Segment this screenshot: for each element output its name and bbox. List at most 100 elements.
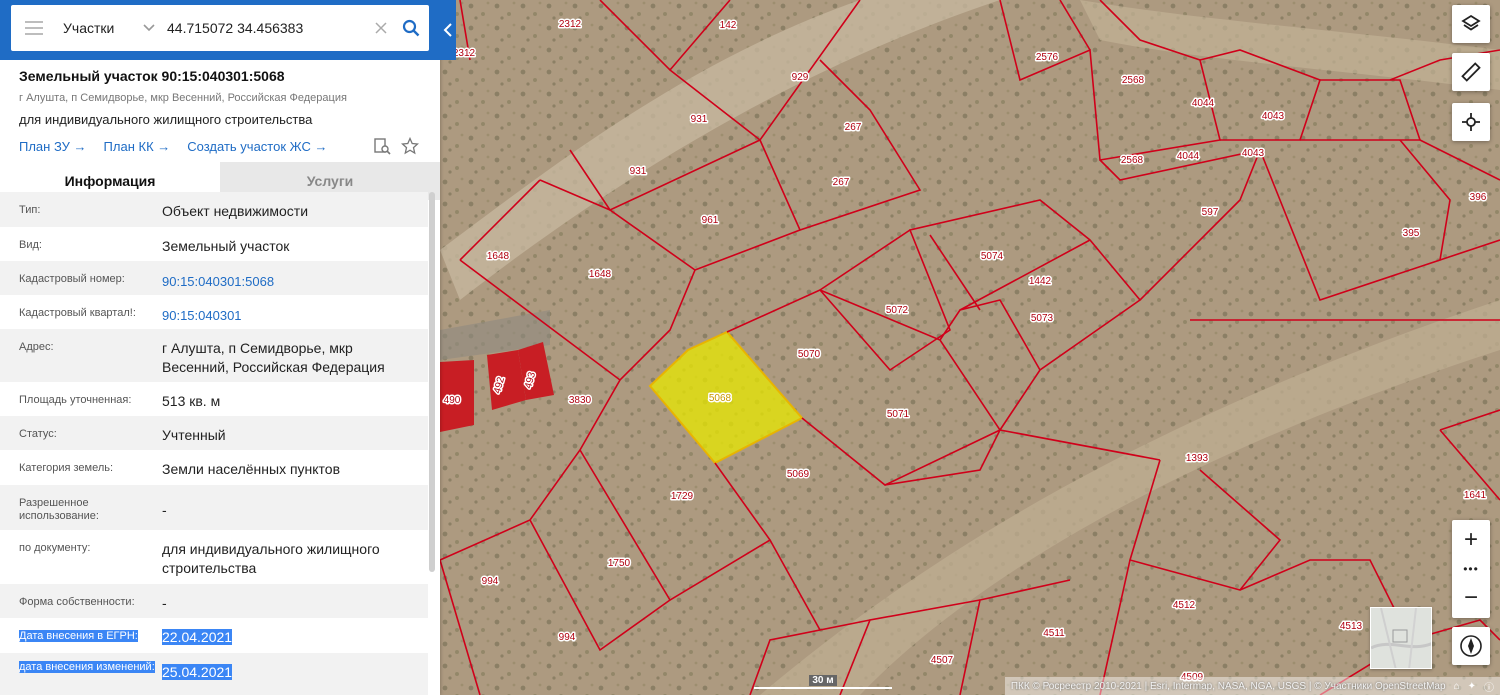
attribute-key: Категория земель: [19,462,114,474]
zoom-more-icon[interactable]: ••• [1452,560,1490,578]
parcel-label: 5074 [981,251,1004,262]
parcel-label: 961 [702,215,719,226]
parcel-label: 142 [720,20,737,31]
parcel-label-selected: 5068 [709,393,732,404]
parcel-label: 931 [691,114,708,125]
hamburger-icon [25,21,43,35]
plan-kk-link[interactable]: План КК → [104,139,171,154]
search-input[interactable] [161,8,369,48]
parcel-label: 597 [1202,207,1219,218]
attribute-row: дата внесения изменений: 25.04.2021 [0,653,428,695]
star-icon[interactable] [401,137,419,155]
create-parcel-link[interactable]: Создать участок ЖС → [187,139,327,154]
attribute-row: Кадастровый номер: 90:15:040301:5068 [0,261,428,295]
arrow-right-icon: → [73,138,87,154]
parcel-label: 994 [482,576,499,587]
attribute-row: Кадастровый квартал!: 90:15:040301 [0,295,428,329]
attribute-row: Площадь уточненная: 513 кв. м [0,382,428,416]
layers-button[interactable] [1452,5,1490,43]
collapse-panel-button[interactable] [440,0,456,60]
locate-button[interactable] [1452,103,1490,141]
parcel-label: 4044 [1177,151,1200,162]
attribute-key: Вид: [19,239,42,251]
document-search-icon[interactable] [373,137,391,155]
map-canvas[interactable]: 2312 2312 142 2576 2568 4044 4043 929 93… [440,0,1500,695]
cadastral-number-link[interactable]: 90:15:040301:5068 [162,261,428,295]
plan-zu-label: План ЗУ [19,138,70,154]
zoom-in-button[interactable]: + [1452,520,1490,560]
attribute-key: Площадь уточненная: [19,394,132,406]
attribute-row: Дата внесения в ЕГРН: 22.04.2021 [0,618,428,653]
parcel-label: 1729 [671,491,694,502]
attribute-row: Тип: Объект недвижимости [0,192,428,227]
ruler-icon [1461,62,1481,82]
parcel-label: 5073 [1031,313,1054,324]
map-view[interactable]: 2312 2312 142 2576 2568 4044 4043 929 93… [440,0,1500,695]
attribute-key: Дата внесения в ЕГРН: [19,630,138,642]
attribute-row: Вид: Земельный участок [0,227,428,261]
object-title: Земельный участок 90:15:040301:5068 [19,68,285,84]
parcel-label: 4511 [1043,628,1065,639]
scale-bar: 30 м [754,675,892,689]
attribute-value: Земельный участок [162,238,290,254]
parcel-label: 2312 [559,19,582,30]
cadastral-quarter-link[interactable]: 90:15:040301 [162,295,428,329]
parcel-label: 3830 [569,395,592,406]
layer-select[interactable]: Участки [57,20,161,36]
menu-button[interactable] [11,5,57,51]
parcel-label: 4507 [931,655,954,666]
measure-button[interactable] [1452,53,1490,91]
parcel-label: 1641 [1464,490,1487,501]
scrollbar-thumb[interactable] [429,192,435,572]
close-icon [375,22,387,34]
parcel-label: 929 [792,72,809,83]
parcel-label: 5069 [787,469,810,480]
parcel-label: 267 [833,177,850,188]
minimap-canvas [1371,608,1431,668]
overview-minimap[interactable] [1370,607,1432,669]
parcel-label: 931 [630,166,647,177]
attribute-row: Форма собственности: - [0,584,428,618]
parcel-label: 2568 [1121,155,1144,166]
parcel-label: 5071 [887,409,910,420]
parcel-label: 5070 [798,349,821,360]
attribute-row: Адрес: г Алушта, п Семидворье, мкр Весен… [0,329,428,382]
parcel-label: 4512 [1173,600,1196,611]
attribute-key: Разрешенное использование: [19,497,99,522]
clear-search-button[interactable] [369,22,393,34]
home-icon[interactable]: ⌂ [1454,681,1460,692]
search-button[interactable] [393,5,429,51]
attribute-value: 513 кв. м [162,393,221,409]
arrow-right-icon: → [157,138,171,154]
parcel-label: 396 [1470,192,1487,203]
crosshair-icon [1462,113,1480,131]
zoom-out-button[interactable]: − [1452,578,1490,618]
object-address: г Алушта, п Семидворье, мкр Весенний, Ро… [19,92,347,104]
parcel-label: 1393 [1186,453,1209,464]
chevron-left-icon [443,23,452,37]
parcel-label: 2568 [1122,75,1145,86]
settings-icon[interactable]: ✦ [1468,681,1476,692]
attribute-key: дата внесения изменений: [19,661,155,673]
search-bar: Участки [0,0,440,60]
object-purpose: для индивидуального жилищного строительс… [19,112,313,127]
map-attribution: ПКК © Росреестр 2010-2021 | Esri, Interm… [1004,677,1500,695]
info-icon[interactable]: ⓘ [1484,679,1494,694]
compass-button[interactable] [1452,627,1490,665]
attribute-key: Тип: [19,204,41,216]
attribute-value: 25.04.2021 [162,664,233,680]
object-header: Земельный участок 90:15:040301:5068 г Ал… [0,60,440,156]
scrollbar[interactable] [428,192,436,572]
parcel-label: 5072 [886,305,909,316]
info-panel: Участки Земельный участок 90:15:040301:5… [0,0,440,695]
object-actions [373,137,421,155]
compass-icon [1460,635,1482,657]
zoom-controls: + ••• − [1452,520,1490,618]
search-icon [402,19,420,37]
attribute-row: Разрешенное использование: - [0,485,428,530]
attribute-value: Земли населённых пунктов [162,461,341,477]
parcel-label: 395 [1403,228,1420,239]
parcel-label: 994 [559,632,576,643]
attribute-row: Категория земель: Земли населённых пункт… [0,450,428,485]
plan-zu-link[interactable]: План ЗУ → [19,139,87,154]
